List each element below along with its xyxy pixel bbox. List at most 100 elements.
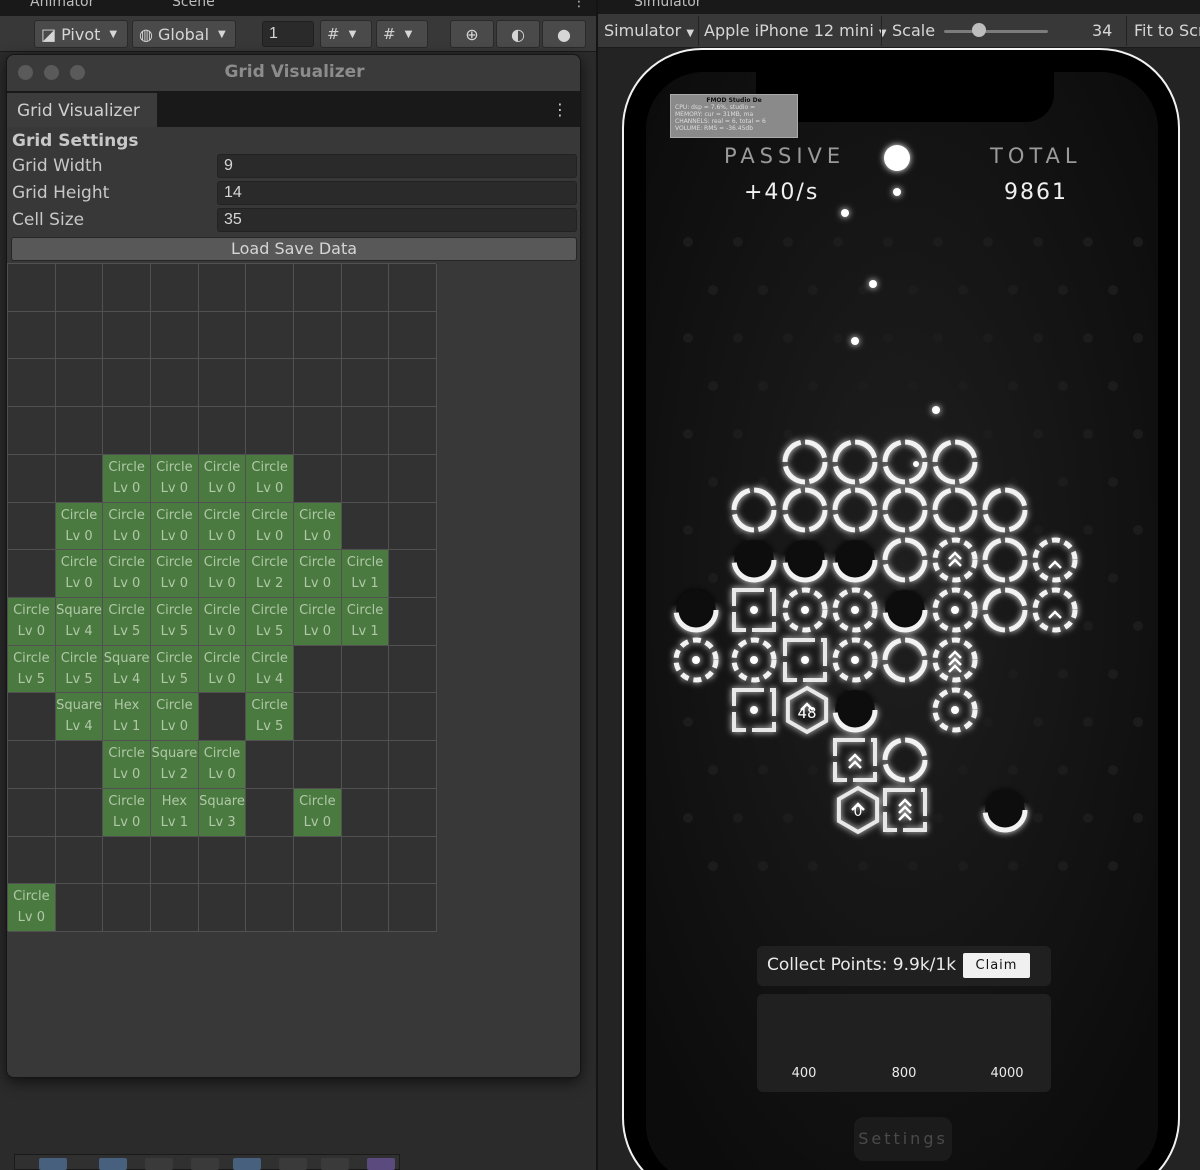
section-heading: Grid Settings — [12, 131, 139, 151]
shop-hexagon-price[interactable]: 4000 — [967, 1066, 1047, 1081]
grid-cell-level: Lv 0 — [65, 576, 93, 592]
board-dot — [833, 333, 843, 343]
scale-slider-track[interactable] — [944, 30, 1048, 33]
star-icon — [851, 606, 859, 614]
fit-to-screen-button[interactable]: Fit to Screen — [1134, 21, 1200, 40]
grid-cell-level: Lv 0 — [112, 528, 141, 544]
grid-cell-empty — [103, 884, 151, 932]
game-screen[interactable]: 48 0 FMOD Studio De CPU: dsp = 7.6%, stu… — [646, 72, 1158, 1170]
wireframe-toggle[interactable]: ⊕ — [450, 20, 494, 48]
overlay-button-6[interactable] — [279, 1158, 307, 1170]
load-save-data-button[interactable]: Load Save Data — [11, 237, 577, 261]
grid-cell-empty — [246, 788, 294, 837]
overlay-button-3[interactable] — [145, 1158, 173, 1170]
grid-cell-empty — [103, 407, 151, 455]
grid-cell-filled: Hex Lv 1 — [103, 693, 151, 742]
overlay-button-4[interactable] — [191, 1158, 219, 1170]
grid-cell-empty — [246, 836, 294, 885]
grid-cell-level: Lv 2 — [160, 767, 188, 783]
snap-value-input[interactable] — [262, 21, 314, 47]
overlay-button-1[interactable] — [39, 1158, 67, 1170]
shop-square-price[interactable]: 800 — [864, 1066, 944, 1081]
grid-cell-empty — [55, 311, 104, 360]
grid-cell-filled: Circle Lv 0 — [294, 502, 342, 551]
board-dot — [1108, 765, 1118, 775]
shop-circle-price[interactable]: 400 — [764, 1066, 844, 1081]
grid-cell-empty — [341, 741, 390, 789]
grid-cell-shape: Circle — [299, 555, 336, 571]
grid-cell-shape: Circle — [108, 555, 145, 571]
pivot-dropdown[interactable]: ◪ Pivot ▼ — [34, 20, 128, 48]
grid-cell-empty — [341, 693, 390, 742]
shaded-toggle[interactable]: ● — [542, 20, 586, 48]
grid-cell-level: Lv 0 — [17, 910, 45, 926]
board-dot — [933, 813, 943, 823]
grid-cell-shape: Circle — [299, 507, 336, 523]
board-dot — [958, 765, 968, 775]
grid-cell-shape: Square — [103, 650, 150, 666]
star-icon — [750, 706, 758, 714]
grid-cell-empty — [55, 884, 104, 932]
grid-width-field[interactable] — [217, 154, 577, 178]
scale-value: 34 — [1092, 21, 1113, 40]
simulator-mode-dropdown[interactable]: Simulator ▼ — [604, 21, 694, 40]
chevron-down-icon: ▼ — [348, 28, 357, 40]
board-dot — [758, 381, 768, 391]
overlay-button-5[interactable] — [233, 1158, 261, 1170]
grid-cell-empty — [294, 836, 342, 885]
board-dot — [733, 429, 743, 439]
tab-animator[interactable]: Animator — [30, 0, 94, 10]
passive-value: +40/s — [744, 180, 820, 205]
kebab-menu-icon[interactable]: ⋮ — [552, 100, 568, 119]
grid-snap-button[interactable]: # ▼ — [320, 20, 372, 48]
board-dot — [808, 381, 818, 391]
tab-scene[interactable]: Scene — [172, 0, 215, 10]
star-icon — [750, 606, 758, 614]
grid-cell-level: Lv 5 — [255, 624, 284, 639]
window-tabbar: Grid Visualizer ⋮ — [7, 91, 580, 127]
board-dot — [983, 717, 993, 727]
board-dot — [1083, 813, 1093, 823]
board-dot — [733, 813, 743, 823]
grid-cell-filled: Circle Lv 0 — [294, 598, 342, 646]
board-dot — [1108, 573, 1118, 583]
grid-cell-shape: Circle — [251, 698, 288, 714]
grid-cell-empty — [103, 359, 151, 408]
grid-cell-shape: Circle — [13, 650, 50, 666]
increment-snap-button[interactable]: # ▼ — [376, 20, 428, 48]
grid-cell-filled: Circle Lv 0 — [103, 550, 151, 598]
shaded-wire-toggle[interactable]: ◐ — [496, 20, 540, 48]
board-dot — [1108, 669, 1118, 679]
grid-height-field[interactable] — [217, 181, 577, 205]
settings-button[interactable]: Settings — [854, 1117, 952, 1161]
window-titlebar[interactable]: Grid Visualizer — [7, 55, 580, 91]
grid-cell-shape: Circle — [108, 459, 145, 475]
grid-cell-empty — [294, 693, 342, 742]
grid-cell-filled: Circle Lv 0 — [198, 454, 247, 503]
fmod-line: VOLUME: RMS = -36.45db — [675, 125, 754, 132]
grid-cell-shape: Square — [56, 698, 102, 714]
overlay-button-2[interactable] — [99, 1158, 127, 1170]
grid-cell-filled: Circle Lv 0 — [294, 550, 342, 598]
device-dropdown[interactable]: Apple iPhone 12 mini ▼ — [704, 21, 887, 40]
board-dot — [683, 429, 693, 439]
toolbar-divider — [881, 16, 882, 46]
grid-cell-level: Lv 0 — [255, 528, 284, 544]
global-dropdown[interactable]: ◍ Global ▼ — [132, 20, 236, 48]
claim-button[interactable]: Claim — [963, 953, 1030, 978]
grid-cell-level: Lv 0 — [112, 576, 141, 592]
grid-cell-empty — [341, 645, 390, 694]
tab-grid-visualizer[interactable]: Grid Visualizer — [7, 93, 157, 127]
board-dot — [1008, 285, 1018, 295]
overlay-button-8[interactable] — [367, 1158, 395, 1170]
board-dot — [908, 285, 918, 295]
tab-simulator[interactable]: Simulator — [634, 0, 702, 10]
board-dot — [1033, 525, 1043, 535]
tab-menu-kebab[interactable]: ⋮ — [572, 0, 586, 10]
board-dot — [883, 429, 893, 439]
grid-cell-empty — [55, 359, 104, 408]
overlay-button-7[interactable] — [321, 1158, 349, 1170]
cell-size-field[interactable] — [217, 208, 577, 232]
grid-cell-filled: Square Lv 4 — [55, 598, 104, 646]
grid-cell-empty — [198, 359, 247, 408]
